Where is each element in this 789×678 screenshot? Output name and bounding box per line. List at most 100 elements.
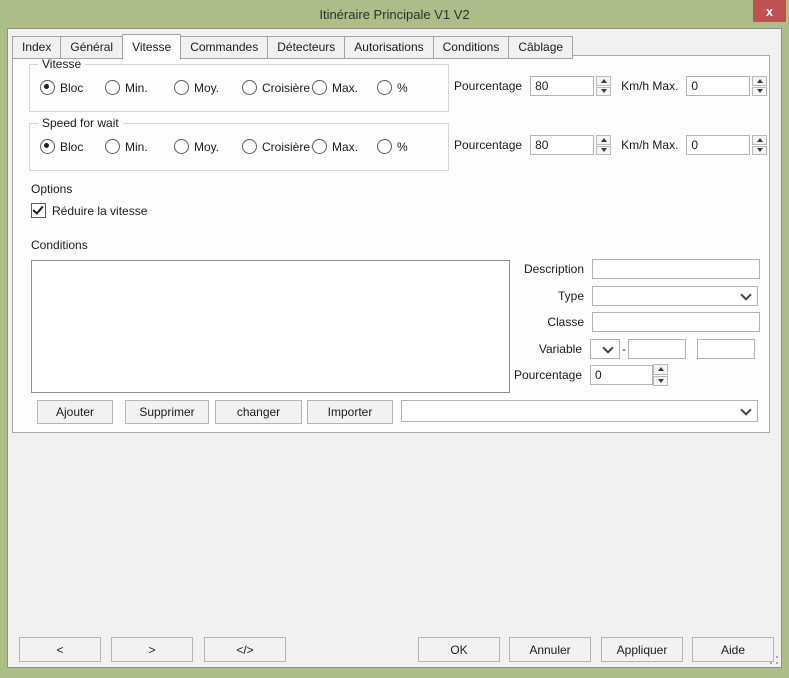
vitesse-pourcentage-input[interactable] (530, 76, 594, 96)
annuler-button[interactable]: Annuler (509, 637, 591, 662)
close-icon: x (766, 4, 773, 19)
wait-percent-row: Pourcentage Km/h Max. (454, 134, 767, 156)
tab-autorisations[interactable]: Autorisations (344, 36, 433, 59)
supprimer-button[interactable]: Supprimer (125, 400, 209, 424)
chevron-down-icon[interactable] (602, 342, 613, 353)
ajouter-button[interactable]: Ajouter (37, 400, 113, 424)
radio-wait-max[interactable]: Max. (312, 139, 358, 154)
spinner-up-icon[interactable] (752, 135, 767, 145)
pourcentage-label: Pourcentage (502, 368, 582, 382)
radio-icon[interactable] (174, 80, 189, 95)
reduire-vitesse-checkbox[interactable]: Réduire la vitesse (31, 203, 147, 218)
wait-pourcentage-spinner (596, 135, 611, 155)
radio-icon[interactable] (174, 139, 189, 154)
checkbox-checked-icon[interactable] (31, 203, 46, 218)
appliquer-button[interactable]: Appliquer (601, 637, 683, 662)
variable-input-2[interactable] (697, 339, 755, 359)
type-row: Type (504, 286, 758, 306)
nav-next-button[interactable]: > (111, 637, 193, 662)
variable-input-1[interactable] (628, 339, 686, 359)
variable-row: Variable - (502, 339, 755, 359)
conditions-section-label: Conditions (31, 238, 88, 252)
spinner-down-icon[interactable] (596, 87, 611, 97)
spinner-up-icon[interactable] (596, 135, 611, 145)
tab-vitesse[interactable]: Vitesse (122, 34, 181, 60)
tab-detecteurs[interactable]: Détecteurs (267, 36, 345, 59)
chevron-down-icon[interactable] (740, 404, 751, 415)
radio-icon[interactable] (105, 139, 120, 154)
radio-vitesse-min[interactable]: Min. (105, 80, 148, 95)
radio-icon[interactable] (312, 80, 327, 95)
changer-button[interactable]: changer (215, 400, 302, 424)
wait-kmh-input[interactable] (686, 135, 750, 155)
classe-input[interactable] (592, 312, 760, 332)
spinner-up-icon[interactable] (653, 364, 668, 375)
radio-selected-icon[interactable] (40, 80, 55, 95)
description-row: Description (504, 259, 760, 279)
radio-vitesse-bloc[interactable]: Bloc (40, 80, 83, 95)
radio-icon[interactable] (242, 80, 257, 95)
wait-pourcentage-input[interactable] (530, 135, 594, 155)
vitesse-kmh-spinner (752, 76, 767, 96)
radio-icon[interactable] (312, 139, 327, 154)
tab-cablage[interactable]: Câblage (508, 36, 573, 59)
radio-wait-min[interactable]: Min. (105, 139, 148, 154)
conditions-listbox[interactable] (31, 260, 510, 393)
tab-general[interactable]: Général (60, 36, 123, 59)
spinner-down-icon[interactable] (653, 376, 668, 387)
radio-wait-pourcent[interactable]: % (377, 139, 408, 154)
speed-for-wait-group: Speed for wait Bloc Min. Moy. Croisière (29, 123, 449, 171)
tab-index[interactable]: Index (12, 36, 61, 59)
radio-vitesse-croisiere[interactable]: Croisière (242, 80, 310, 95)
type-dropdown[interactable] (592, 286, 758, 306)
radio-icon[interactable] (242, 139, 257, 154)
radio-wait-croisiere[interactable]: Croisière (242, 139, 310, 154)
tab-commandes[interactable]: Commandes (180, 36, 268, 59)
variable-label: Variable (502, 342, 582, 356)
importer-button[interactable]: Importer (307, 400, 393, 424)
vitesse-group: Vitesse Bloc Min. Moy. Croisière (29, 64, 449, 112)
radio-vitesse-max[interactable]: Max. (312, 80, 358, 95)
radio-selected-icon[interactable] (40, 139, 55, 154)
kmh-max-label: Km/h Max. (621, 138, 678, 152)
conditions-pourcentage-input[interactable] (590, 365, 653, 385)
radio-wait-bloc[interactable]: Bloc (40, 139, 83, 154)
tab-page-vitesse: Vitesse Bloc Min. Moy. Croisière (12, 55, 770, 433)
radio-wait-moy[interactable]: Moy. (174, 139, 219, 154)
conditions-combo[interactable] (401, 400, 758, 422)
vitesse-percent-row: Pourcentage Km/h Max. (454, 75, 767, 97)
nav-prev-button[interactable]: < (19, 637, 101, 662)
aide-button[interactable]: Aide (692, 637, 774, 662)
description-label: Description (504, 262, 584, 276)
description-input[interactable] (592, 259, 760, 279)
dialog-window: Itinéraire Principale V1 V2 x Index Géné… (0, 0, 789, 678)
spinner-up-icon[interactable] (752, 76, 767, 86)
vitesse-pourcentage-spinner (596, 76, 611, 96)
spinner-down-icon[interactable] (596, 146, 611, 156)
vitesse-kmh-input[interactable] (686, 76, 750, 96)
vitesse-group-title: Vitesse (38, 57, 85, 71)
radio-icon[interactable] (377, 80, 392, 95)
radio-vitesse-moy[interactable]: Moy. (174, 80, 219, 95)
wait-kmh-spinner (752, 135, 767, 155)
chevron-down-icon[interactable] (740, 289, 751, 300)
spinner-up-icon[interactable] (596, 76, 611, 86)
conditions-pourcentage-spinner (653, 364, 668, 386)
ok-button[interactable]: OK (418, 637, 500, 662)
resize-grip[interactable] (768, 654, 778, 664)
classe-row: Classe (504, 312, 760, 332)
close-button[interactable]: x (753, 0, 786, 22)
spinner-down-icon[interactable] (752, 87, 767, 97)
nav-code-button[interactable]: </> (204, 637, 286, 662)
pourcentage-label: Pourcentage (454, 79, 522, 93)
tab-conditions[interactable]: Conditions (433, 36, 510, 59)
variable-dropdown[interactable] (590, 339, 620, 359)
classe-label: Classe (504, 315, 584, 329)
radio-icon[interactable] (105, 80, 120, 95)
pourcentage-label: Pourcentage (454, 138, 522, 152)
radio-vitesse-pourcent[interactable]: % (377, 80, 408, 95)
radio-icon[interactable] (377, 139, 392, 154)
conditions-pourcentage-row: Pourcentage (502, 364, 668, 386)
variable-separator: - (622, 342, 626, 356)
spinner-down-icon[interactable] (752, 146, 767, 156)
